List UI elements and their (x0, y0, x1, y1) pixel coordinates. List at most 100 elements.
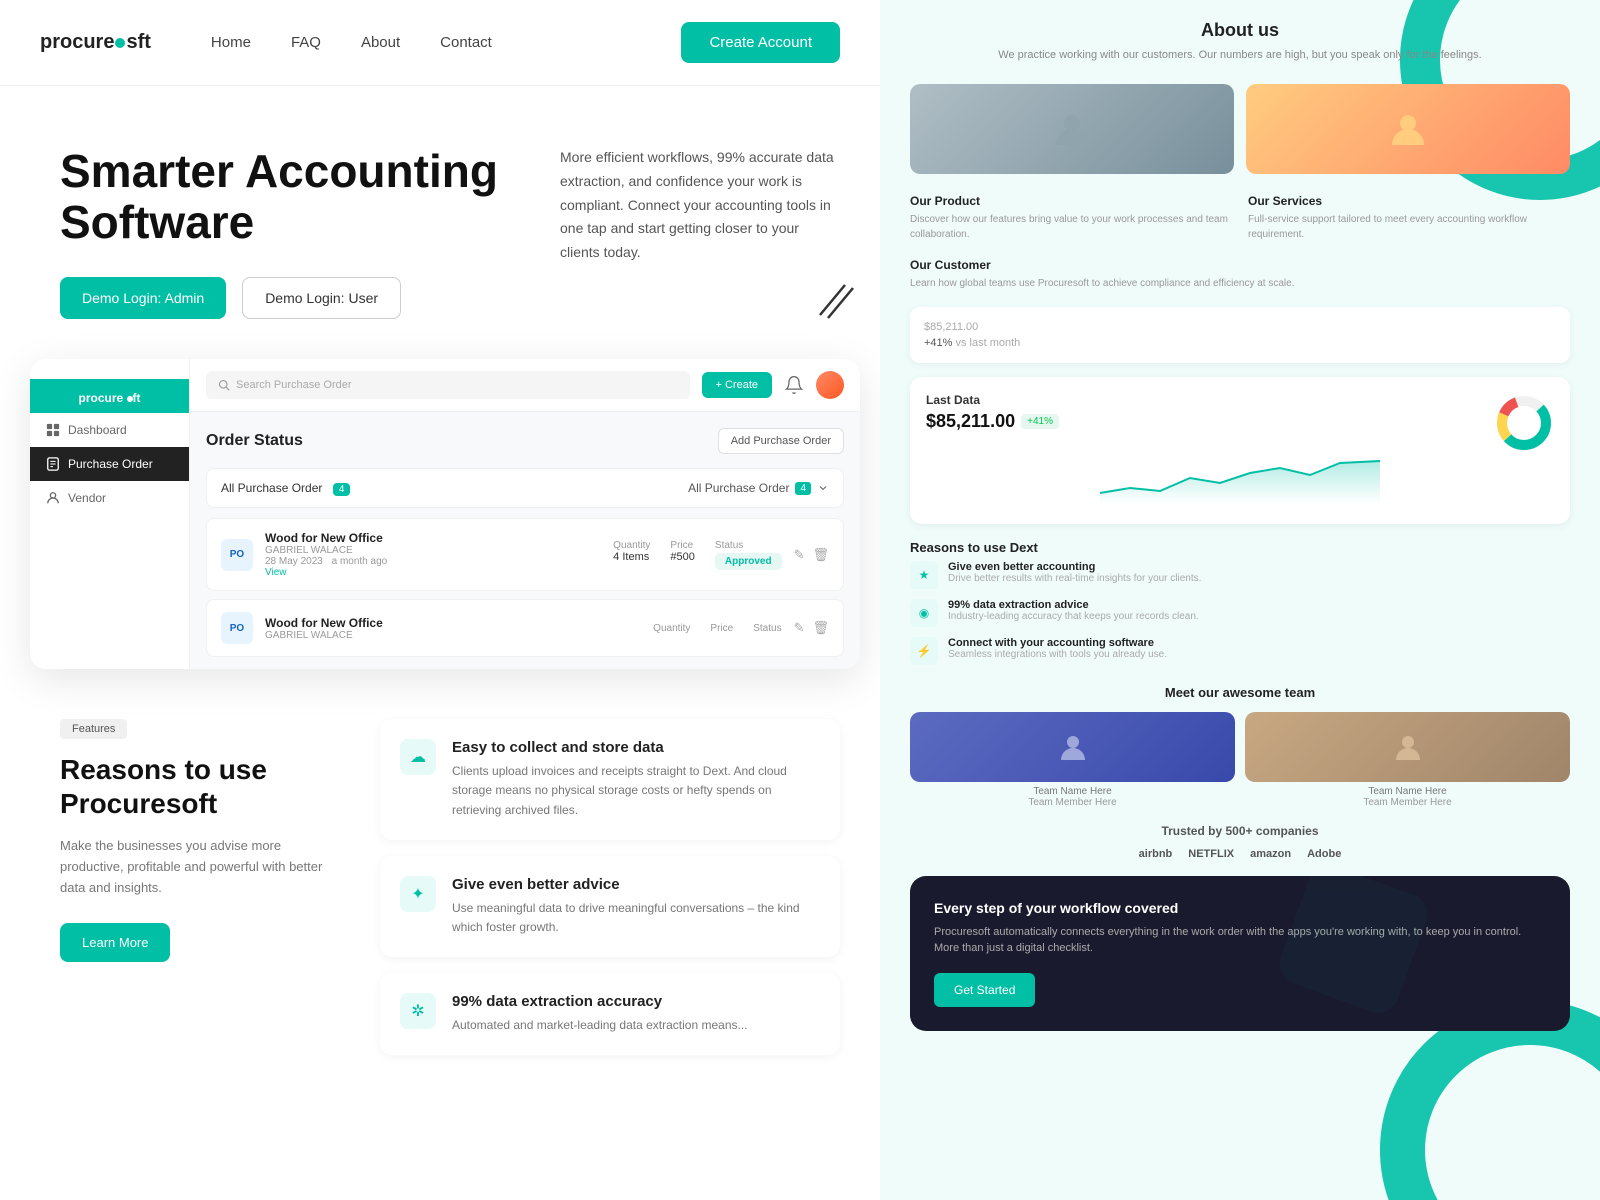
hero-description: More efficient workflows, 99% accurate d… (560, 146, 840, 265)
po-status-2: Status (753, 623, 781, 634)
edit-icon-2[interactable]: ✎ (794, 620, 805, 636)
reasons-title: Reasons to use Dext (910, 540, 1570, 555)
feature-title-0: Easy to collect and store data (452, 739, 820, 756)
feature-content-2: 99% data extraction accuracy Automated a… (452, 993, 748, 1035)
mockup-nav-purchase-order-label: Purchase Order (68, 457, 153, 471)
sidebar-feature-desc-2: Learn how global teams use Procuresoft t… (910, 276, 1570, 291)
team-row: Team Name Here Team Member Here Team Nam… (910, 712, 1570, 808)
user-avatar[interactable] (816, 371, 844, 399)
delete-icon[interactable]: 🗑 (812, 547, 829, 563)
person-photo-1 (910, 84, 1234, 174)
po-dropdown[interactable]: All Purchase Order 4 (688, 481, 829, 495)
mockup-create-button[interactable]: + Create (702, 372, 773, 398)
mockup-sidebar-header: procure ft (30, 379, 189, 413)
purchase-order-icon (46, 457, 60, 471)
reason-desc-0: Drive better results with real-time insi… (948, 573, 1201, 584)
demo-user-button[interactable]: Demo Login: User (242, 277, 401, 319)
team-member-1: Team Name Here Team Member Here (1245, 712, 1570, 808)
trusted-title: Trusted by 500+ companies (910, 824, 1570, 838)
sidebar-feature-desc-1: Full-service support tailored to meet ev… (1248, 212, 1570, 242)
mockup-order-content: Order Status Add Purchase Order All Purc… (190, 412, 860, 669)
person-silhouette-1 (1052, 109, 1092, 149)
po-name-1: Wood for New Office (265, 531, 601, 545)
about-us-title: About us (910, 20, 1570, 41)
po-view-link-1[interactable]: View (265, 567, 601, 578)
mockup-search-bar[interactable]: Search Purchase Order (206, 371, 690, 399)
about-us-subtitle: We practice working with our customers. … (910, 47, 1570, 64)
nav-about[interactable]: About (361, 34, 400, 51)
dashboard-icon (46, 423, 60, 437)
po-person-2: GABRIEL WALACE (265, 630, 641, 641)
feature-content-1: Give even better advice Use meaningful d… (452, 876, 820, 937)
sidebar-feature-title-0: Our Product (910, 194, 1232, 208)
bottom-cta-card: Every step of your workflow covered Proc… (910, 876, 1570, 1031)
reasons-section: Reasons to use Dext ★ Give even better a… (910, 540, 1570, 665)
chevron-down-icon (817, 482, 829, 494)
reason-desc-2: Seamless integrations with tools you alr… (948, 649, 1167, 660)
person-photo-2 (1246, 84, 1570, 174)
reason-icon-1: ◉ (910, 599, 938, 627)
mockup-nav-vendor[interactable]: Vendor (30, 481, 189, 515)
features-cards: ☁ Easy to collect and store data Clients… (380, 719, 840, 1055)
chart-label: Last Data (926, 393, 1059, 407)
decorative-lines (810, 280, 860, 320)
order-status-title: Order Status (206, 432, 303, 450)
trusted-section: Trusted by 500+ companies airbnb NETFLIX… (910, 824, 1570, 860)
mockup-topbar: Search Purchase Order + Create (190, 359, 860, 412)
nav-home[interactable]: Home (211, 34, 251, 51)
feature-content-0: Easy to collect and store data Clients u… (452, 739, 820, 820)
feature-desc-2: Automated and market-leading data extrac… (452, 1016, 748, 1035)
demo-admin-button[interactable]: Demo Login: Admin (60, 277, 226, 319)
mockup-main-content: Search Purchase Order + Create Order Sta… (190, 359, 860, 669)
features-section: Features Reasons to use Procuresoft Make… (0, 669, 880, 1085)
feature-icon-0: ☁ (400, 739, 436, 775)
search-placeholder: Search Purchase Order (236, 379, 352, 391)
donut-chart (1494, 393, 1554, 453)
mockup-nav-dashboard[interactable]: Dashboard (30, 413, 189, 447)
team-title: Meet our awesome team (910, 685, 1570, 700)
order-status-header: Order Status Add Purchase Order (206, 428, 844, 454)
nav-faq[interactable]: FAQ (291, 34, 321, 51)
features-description: Make the businesses you advise more prod… (60, 836, 340, 898)
nav-contact[interactable]: Contact (440, 34, 492, 51)
mockup-sidebar: procure ft Dashboard (30, 359, 190, 669)
hero-right: More efficient workflows, 99% accurate d… (560, 146, 840, 319)
brand-airbnb: airbnb (1139, 848, 1173, 860)
reason-desc-1: Industry-leading accuracy that keeps you… (948, 611, 1199, 622)
mockup-logo-text: procure ft (78, 391, 140, 405)
reason-icon-2: ⚡ (910, 637, 938, 665)
sidebar-feature-0: Our Product Discover how our features br… (910, 194, 1232, 242)
brand-netflix: NETFLIX (1188, 848, 1234, 860)
about-img-2 (1246, 84, 1570, 174)
logo-text-part2: s (126, 31, 137, 54)
feature-card-2: ✲ 99% data extraction accuracy Automated… (380, 973, 840, 1055)
team-member-name-1: Team Name Here (1245, 786, 1570, 797)
nav-links: Home FAQ About Contact (211, 34, 682, 51)
team-section: Meet our awesome team Team Name Here Tea… (910, 685, 1570, 808)
po-status-1: Status Approved (715, 540, 782, 569)
mockup-nav-purchase-order[interactable]: Purchase Order (30, 447, 189, 481)
po-icon-1: PO (221, 539, 253, 571)
cta-bg-deco (910, 876, 1570, 1031)
delete-icon-2[interactable]: 🗑 (812, 620, 829, 636)
team-member-name-0: Team Name Here (910, 786, 1235, 797)
about-img-1 (910, 84, 1234, 174)
reason-item-1: ◉ 99% data extraction advice Industry-le… (910, 599, 1570, 627)
hero-title: Smarter Accounting Software (60, 146, 520, 247)
bell-icon[interactable] (784, 375, 804, 395)
team-avatar-0 (910, 712, 1235, 782)
vendor-icon (46, 491, 60, 505)
sidebar-features-row-2: Our Customer Learn how global teams use … (910, 258, 1570, 291)
mockup-nav-dashboard-label: Dashboard (68, 423, 127, 437)
add-purchase-order-button[interactable]: Add Purchase Order (718, 428, 844, 454)
chart-area: Last Data $85,211.00 +41% (910, 377, 1570, 524)
mockup-logo-dot (127, 396, 133, 402)
feature-card-1: ✦ Give even better advice Use meaningful… (380, 856, 840, 957)
reasons-list: ★ Give even better accounting Drive bett… (910, 561, 1570, 665)
team-avatar-1 (1245, 712, 1570, 782)
po-name-2: Wood for New Office (265, 616, 641, 630)
edit-icon[interactable]: ✎ (794, 547, 805, 563)
team-member-role-1: Team Member Here (1245, 797, 1570, 808)
learn-more-button[interactable]: Learn More (60, 923, 170, 962)
create-account-button[interactable]: Create Account (681, 22, 840, 63)
